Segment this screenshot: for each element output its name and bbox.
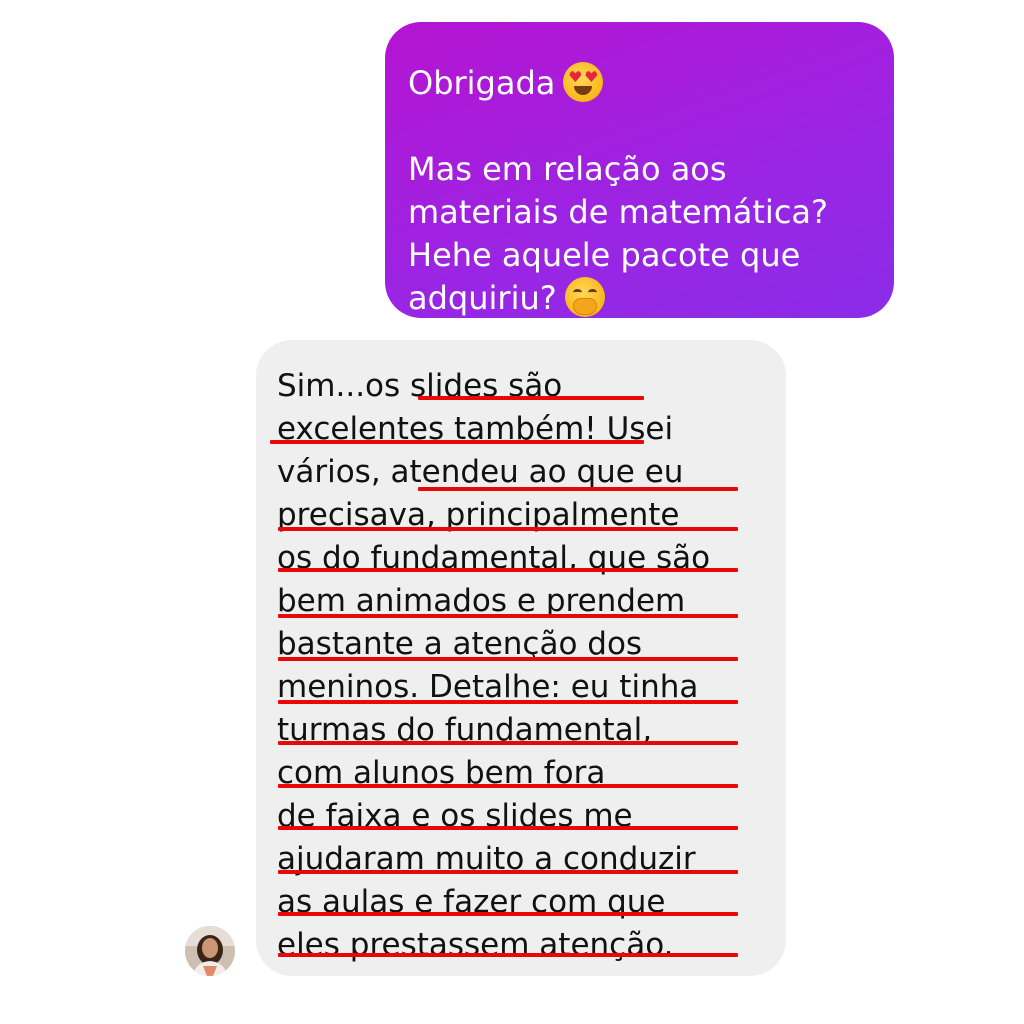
received-line: Sim...os slides são [277,368,563,404]
received-line: ajudaram muito a conduzir [277,841,696,877]
received-line: as aulas e fazer com que [277,884,666,920]
sent-line-4: Hehe aquele pacote que [408,236,801,274]
sender-avatar[interactable] [185,926,235,976]
sent-message-bubble[interactable]: Obrigada Mas em relação aos materiais de… [385,22,894,318]
red-underline-mark [418,396,644,400]
red-underline-mark [278,826,738,830]
red-underline-mark [278,953,738,957]
sent-line-3: materiais de matemática? [408,193,828,231]
received-line: eles prestassem atenção. [277,927,674,963]
sent-line-2: Mas em relação aos [408,150,727,188]
red-underline-mark [278,614,738,618]
sent-blank-line [408,105,874,148]
red-underline-mark [278,741,738,745]
red-underline-mark [278,657,738,661]
red-underline-mark [418,487,738,491]
received-line: os do fundamental, que são [277,540,711,576]
red-underline-mark [278,568,738,572]
red-underline-mark [270,440,644,444]
sent-line-1: Obrigada [408,62,874,105]
profile-avatar-icon [185,926,235,976]
received-line: com alunos bem fora [277,755,606,791]
received-line: excelentes também! Usei [277,411,674,447]
hand-over-mouth-emoji-icon [564,277,605,317]
red-underline-mark [278,870,738,874]
received-line: de faixa e os slides me [277,798,633,834]
red-underline-mark [278,912,738,916]
chat-screen: Obrigada Mas em relação aos materiais de… [0,0,1024,1024]
red-underline-mark [278,527,738,531]
red-underline-mark [278,700,738,704]
received-line: turmas do fundamental, [277,712,653,748]
red-underline-mark [278,784,738,788]
heart-eyes-emoji-icon [563,62,604,102]
sent-line-5: adquiriu? [408,277,874,320]
